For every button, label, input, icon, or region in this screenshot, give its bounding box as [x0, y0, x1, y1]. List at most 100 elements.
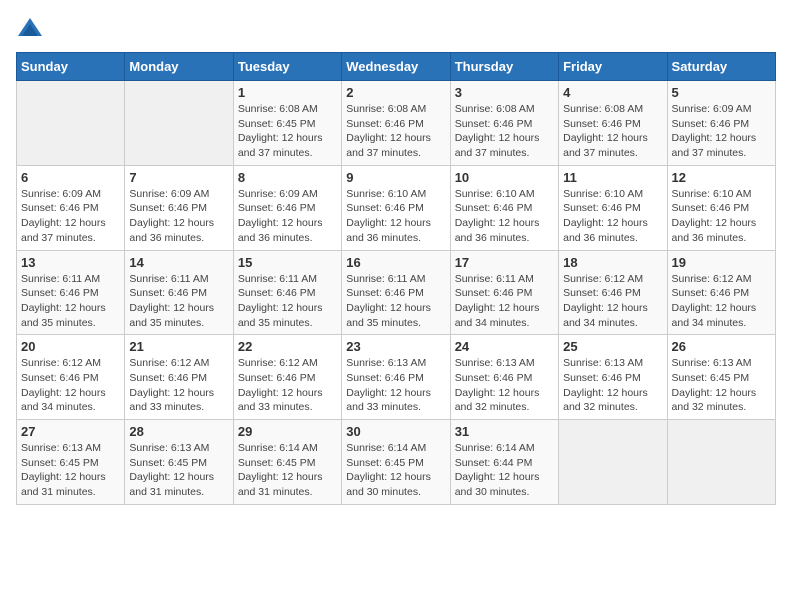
calendar-cell: 7 Sunrise: 6:09 AM Sunset: 6:46 PM Dayli…: [125, 165, 233, 250]
header-cell-saturday: Saturday: [667, 53, 775, 81]
day-number: 28: [129, 424, 228, 439]
sunrise: Sunrise: 6:11 AM: [238, 273, 317, 285]
daylight: Daylight: 12 hours and 32 minutes.: [455, 387, 540, 414]
sunset: Sunset: 6:46 PM: [21, 202, 99, 214]
calendar-cell: 19 Sunrise: 6:12 AM Sunset: 6:46 PM Dayl…: [667, 250, 775, 335]
calendar-cell: [667, 420, 775, 505]
day-number: 7: [129, 170, 228, 185]
day-info: Sunrise: 6:11 AM Sunset: 6:46 PM Dayligh…: [21, 272, 120, 331]
calendar-cell: 17 Sunrise: 6:11 AM Sunset: 6:46 PM Dayl…: [450, 250, 558, 335]
day-number: 6: [21, 170, 120, 185]
header-cell-tuesday: Tuesday: [233, 53, 341, 81]
day-info: Sunrise: 6:10 AM Sunset: 6:46 PM Dayligh…: [563, 187, 662, 246]
calendar-cell: 23 Sunrise: 6:13 AM Sunset: 6:46 PM Dayl…: [342, 335, 450, 420]
sunset: Sunset: 6:46 PM: [563, 287, 641, 299]
sunrise: Sunrise: 6:09 AM: [672, 103, 752, 115]
sunrise: Sunrise: 6:13 AM: [672, 357, 752, 369]
day-info: Sunrise: 6:14 AM Sunset: 6:45 PM Dayligh…: [346, 441, 445, 500]
calendar-cell: 8 Sunrise: 6:09 AM Sunset: 6:46 PM Dayli…: [233, 165, 341, 250]
calendar-week-1: 1 Sunrise: 6:08 AM Sunset: 6:45 PM Dayli…: [17, 81, 776, 166]
sunrise: Sunrise: 6:13 AM: [455, 357, 535, 369]
daylight: Daylight: 12 hours and 30 minutes.: [455, 471, 540, 498]
day-number: 20: [21, 339, 120, 354]
calendar-cell: 15 Sunrise: 6:11 AM Sunset: 6:46 PM Dayl…: [233, 250, 341, 335]
sunset: Sunset: 6:46 PM: [455, 118, 533, 130]
calendar-header: SundayMondayTuesdayWednesdayThursdayFrid…: [17, 53, 776, 81]
sunrise: Sunrise: 6:09 AM: [238, 188, 318, 200]
day-info: Sunrise: 6:14 AM Sunset: 6:44 PM Dayligh…: [455, 441, 554, 500]
calendar-cell: [125, 81, 233, 166]
sunrise: Sunrise: 6:13 AM: [346, 357, 426, 369]
daylight: Daylight: 12 hours and 35 minutes.: [238, 302, 323, 329]
day-info: Sunrise: 6:12 AM Sunset: 6:46 PM Dayligh…: [129, 356, 228, 415]
day-number: 29: [238, 424, 337, 439]
daylight: Daylight: 12 hours and 33 minutes.: [238, 387, 323, 414]
sunrise: Sunrise: 6:08 AM: [238, 103, 318, 115]
sunrise: Sunrise: 6:11 AM: [346, 273, 425, 285]
calendar-cell: 1 Sunrise: 6:08 AM Sunset: 6:45 PM Dayli…: [233, 81, 341, 166]
sunset: Sunset: 6:46 PM: [672, 118, 750, 130]
sunset: Sunset: 6:46 PM: [672, 202, 750, 214]
sunset: Sunset: 6:46 PM: [129, 372, 207, 384]
day-number: 15: [238, 255, 337, 270]
day-info: Sunrise: 6:13 AM Sunset: 6:46 PM Dayligh…: [455, 356, 554, 415]
daylight: Daylight: 12 hours and 36 minutes.: [672, 217, 757, 244]
calendar-cell: 13 Sunrise: 6:11 AM Sunset: 6:46 PM Dayl…: [17, 250, 125, 335]
logo-icon: [16, 16, 44, 44]
day-info: Sunrise: 6:14 AM Sunset: 6:45 PM Dayligh…: [238, 441, 337, 500]
calendar-cell: 29 Sunrise: 6:14 AM Sunset: 6:45 PM Dayl…: [233, 420, 341, 505]
day-number: 23: [346, 339, 445, 354]
day-number: 18: [563, 255, 662, 270]
sunrise: Sunrise: 6:10 AM: [455, 188, 535, 200]
daylight: Daylight: 12 hours and 33 minutes.: [346, 387, 431, 414]
day-info: Sunrise: 6:11 AM Sunset: 6:46 PM Dayligh…: [346, 272, 445, 331]
day-info: Sunrise: 6:10 AM Sunset: 6:46 PM Dayligh…: [455, 187, 554, 246]
sunrise: Sunrise: 6:11 AM: [21, 273, 100, 285]
day-info: Sunrise: 6:13 AM Sunset: 6:46 PM Dayligh…: [563, 356, 662, 415]
day-number: 19: [672, 255, 771, 270]
day-info: Sunrise: 6:12 AM Sunset: 6:46 PM Dayligh…: [672, 272, 771, 331]
sunrise: Sunrise: 6:08 AM: [346, 103, 426, 115]
sunset: Sunset: 6:45 PM: [672, 372, 750, 384]
calendar-cell: 2 Sunrise: 6:08 AM Sunset: 6:46 PM Dayli…: [342, 81, 450, 166]
sunset: Sunset: 6:45 PM: [21, 457, 99, 469]
sunrise: Sunrise: 6:13 AM: [21, 442, 101, 454]
daylight: Daylight: 12 hours and 33 minutes.: [129, 387, 214, 414]
calendar-week-2: 6 Sunrise: 6:09 AM Sunset: 6:46 PM Dayli…: [17, 165, 776, 250]
daylight: Daylight: 12 hours and 35 minutes.: [21, 302, 106, 329]
sunset: Sunset: 6:45 PM: [238, 118, 316, 130]
day-number: 2: [346, 85, 445, 100]
day-info: Sunrise: 6:13 AM Sunset: 6:45 PM Dayligh…: [672, 356, 771, 415]
daylight: Daylight: 12 hours and 37 minutes.: [21, 217, 106, 244]
day-info: Sunrise: 6:13 AM Sunset: 6:45 PM Dayligh…: [21, 441, 120, 500]
calendar-cell: 21 Sunrise: 6:12 AM Sunset: 6:46 PM Dayl…: [125, 335, 233, 420]
sunrise: Sunrise: 6:14 AM: [455, 442, 535, 454]
daylight: Daylight: 12 hours and 37 minutes.: [563, 132, 648, 159]
calendar-cell: [559, 420, 667, 505]
day-number: 30: [346, 424, 445, 439]
daylight: Daylight: 12 hours and 34 minutes.: [455, 302, 540, 329]
sunrise: Sunrise: 6:14 AM: [346, 442, 426, 454]
sunrise: Sunrise: 6:10 AM: [672, 188, 752, 200]
sunset: Sunset: 6:45 PM: [129, 457, 207, 469]
day-number: 9: [346, 170, 445, 185]
day-number: 5: [672, 85, 771, 100]
daylight: Daylight: 12 hours and 32 minutes.: [672, 387, 757, 414]
page-header: [16, 16, 776, 44]
day-info: Sunrise: 6:12 AM Sunset: 6:46 PM Dayligh…: [21, 356, 120, 415]
day-info: Sunrise: 6:13 AM Sunset: 6:45 PM Dayligh…: [129, 441, 228, 500]
sunset: Sunset: 6:46 PM: [455, 287, 533, 299]
daylight: Daylight: 12 hours and 37 minutes.: [455, 132, 540, 159]
day-info: Sunrise: 6:08 AM Sunset: 6:45 PM Dayligh…: [238, 102, 337, 161]
calendar-week-5: 27 Sunrise: 6:13 AM Sunset: 6:45 PM Dayl…: [17, 420, 776, 505]
calendar-cell: 12 Sunrise: 6:10 AM Sunset: 6:46 PM Dayl…: [667, 165, 775, 250]
calendar-cell: 31 Sunrise: 6:14 AM Sunset: 6:44 PM Dayl…: [450, 420, 558, 505]
sunrise: Sunrise: 6:08 AM: [455, 103, 535, 115]
daylight: Daylight: 12 hours and 34 minutes.: [672, 302, 757, 329]
sunset: Sunset: 6:46 PM: [563, 372, 641, 384]
day-number: 10: [455, 170, 554, 185]
calendar-cell: 27 Sunrise: 6:13 AM Sunset: 6:45 PM Dayl…: [17, 420, 125, 505]
day-info: Sunrise: 6:08 AM Sunset: 6:46 PM Dayligh…: [455, 102, 554, 161]
day-info: Sunrise: 6:10 AM Sunset: 6:46 PM Dayligh…: [672, 187, 771, 246]
daylight: Daylight: 12 hours and 32 minutes.: [563, 387, 648, 414]
